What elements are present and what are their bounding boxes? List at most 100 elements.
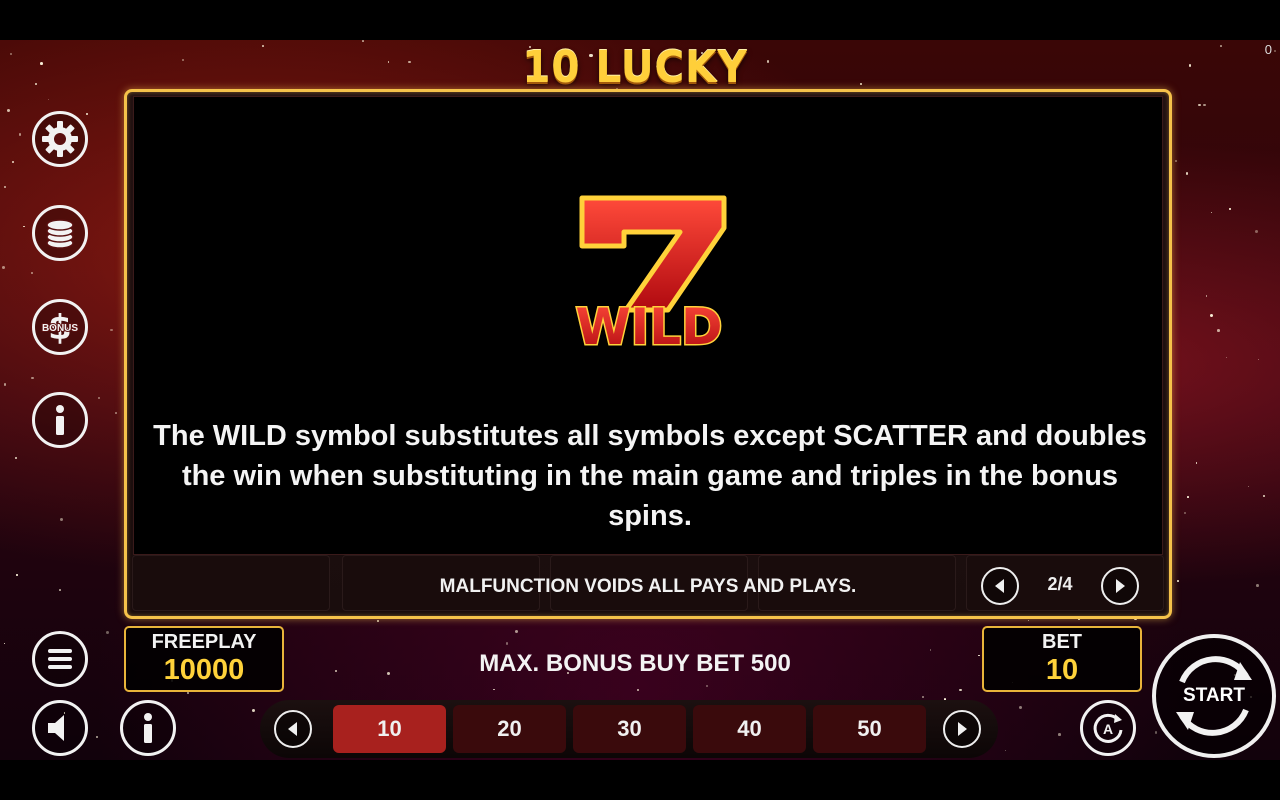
sparkle — [1248, 485, 1250, 487]
bonus-icon-label: BONUS — [42, 323, 78, 334]
sparkle — [85, 113, 88, 116]
sparkle — [47, 98, 50, 100]
game-logo: 10 LUCKY SPINS — [522, 42, 748, 145]
sparkle — [1263, 494, 1266, 497]
sparkle — [514, 629, 518, 633]
sparkle — [1217, 329, 1221, 332]
sparkle — [39, 61, 43, 65]
sparkle — [978, 654, 980, 657]
sparkle — [335, 670, 338, 673]
sparkle — [1210, 211, 1213, 214]
sparkle — [11, 160, 14, 164]
sparkle — [1225, 356, 1228, 359]
sparkle — [387, 672, 391, 676]
sound-button[interactable] — [32, 700, 88, 756]
start-label: START — [1183, 685, 1245, 706]
freeplay-box: FREEPLAY 10000 — [124, 626, 284, 692]
sparkle — [362, 40, 364, 42]
sparkle — [59, 589, 61, 591]
sparkle — [1274, 50, 1276, 52]
menu-button[interactable] — [32, 631, 88, 687]
wild-label: WILD — [575, 298, 722, 352]
sparkle — [30, 271, 33, 274]
sparkle — [1174, 160, 1177, 163]
sparkle — [110, 328, 113, 332]
sparkle — [1256, 584, 1259, 588]
bet-increase-button[interactable] — [943, 710, 981, 748]
sparkle — [14, 457, 17, 460]
sparkle — [3, 185, 7, 189]
coins-button[interactable] — [32, 205, 88, 261]
sparkle — [1004, 749, 1006, 751]
sparkle — [921, 695, 925, 699]
bet-decrease-button[interactable] — [274, 710, 312, 748]
top-letterbox — [0, 0, 1280, 40]
bonus-buy-button[interactable]: $ BONUS — [32, 299, 88, 355]
bet-option[interactable]: 40 — [693, 705, 806, 753]
sparkle — [105, 631, 109, 635]
sparkle — [636, 688, 639, 692]
gear-icon — [42, 121, 78, 157]
page-indicator: 2/4 — [1047, 574, 1073, 594]
autoplay-icon: A — [1093, 713, 1123, 743]
sparkle — [35, 83, 37, 86]
sparkle — [1255, 229, 1259, 233]
start-spin-button[interactable]: START — [1152, 634, 1276, 758]
reel-slot — [132, 555, 330, 611]
sparkle — [1177, 579, 1179, 582]
sparkle — [1195, 462, 1198, 464]
sparkle — [1220, 45, 1222, 47]
sparkle — [23, 225, 26, 228]
sparkle — [1257, 359, 1259, 361]
freeplay-label: FREEPLAY — [151, 631, 257, 653]
settings-button[interactable] — [32, 111, 88, 167]
bet-option[interactable]: 30 — [573, 705, 686, 753]
sparkle — [251, 708, 255, 712]
sparkle — [929, 649, 931, 651]
bet-option[interactable]: 20 — [453, 705, 566, 753]
bet-option-selected[interactable]: 10 — [333, 705, 446, 753]
sparkle — [181, 58, 185, 62]
sparkle — [97, 396, 101, 400]
next-page-button[interactable] — [1101, 567, 1139, 605]
sparkle — [1187, 496, 1189, 498]
sparkle — [262, 45, 264, 47]
sparkle — [1154, 731, 1157, 734]
sparkle — [1198, 104, 1201, 107]
sparkle — [96, 736, 99, 739]
arrow-left-icon — [288, 722, 297, 736]
sparkle — [387, 61, 390, 63]
sparkle — [408, 60, 411, 64]
sparkle — [859, 82, 863, 86]
game-info-button[interactable] — [120, 700, 176, 756]
symbol-description: The WILD symbol substitutes all symbols … — [153, 420, 1147, 532]
coin-stack-icon — [46, 219, 74, 249]
info-icon — [56, 405, 64, 435]
previous-page-button[interactable] — [981, 567, 1019, 605]
sparkle — [1229, 208, 1231, 210]
sparkle — [376, 619, 380, 623]
svg-text:A: A — [1103, 721, 1113, 737]
bet-label: BET — [1042, 631, 1082, 653]
sparkle — [505, 642, 509, 645]
wild-seven-symbol: WILD — [574, 195, 727, 352]
sparkle — [1209, 313, 1213, 317]
bottom-letterbox — [0, 760, 1280, 800]
malfunction-disclaimer: MALFUNCTION VOIDS ALL PAYS AND PLAYS. — [439, 576, 857, 597]
arrow-right-icon — [958, 722, 967, 736]
sparkle — [31, 376, 35, 380]
sparkle — [3, 642, 6, 644]
bet-option[interactable]: 50 — [813, 705, 926, 753]
hamburger-menu-icon — [48, 649, 72, 669]
sparkle — [1184, 511, 1187, 514]
sparkle — [1019, 706, 1023, 710]
autoplay-button[interactable]: A — [1080, 700, 1136, 756]
sparkle — [9, 53, 13, 56]
corner-counter: 0 — [1264, 42, 1272, 57]
sparkle — [3, 383, 7, 386]
sparkle — [1058, 733, 1061, 736]
info-button[interactable] — [32, 392, 88, 448]
max-bonus-buy-text: MAX. BONUS BUY BET 500 — [479, 650, 791, 677]
sparkle — [1188, 64, 1192, 67]
sparkle — [706, 684, 709, 687]
